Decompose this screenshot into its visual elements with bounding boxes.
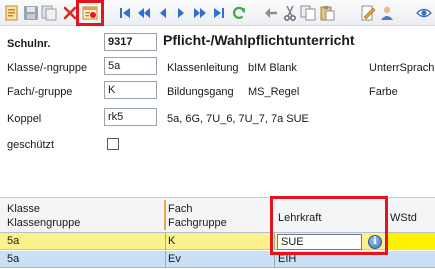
klassenleitung-value: bIM Blank bbox=[248, 62, 297, 74]
column-header-klasse[interactable]: Klasse bbox=[7, 203, 40, 215]
edit-document-icon[interactable] bbox=[359, 4, 377, 22]
bildungsgang-label: Bildungsgang bbox=[167, 86, 234, 98]
cell-divider bbox=[165, 233, 166, 250]
save-icon[interactable] bbox=[22, 4, 40, 22]
next-record-icon[interactable] bbox=[172, 4, 190, 22]
geschuetzt-label: geschützt bbox=[7, 139, 55, 151]
column-separator[interactable] bbox=[164, 200, 166, 230]
column-header-fach[interactable]: Fach bbox=[168, 203, 192, 215]
lehrkraft-highlight-box bbox=[270, 196, 388, 255]
column-header-klassengruppe[interactable]: Klassengruppe bbox=[7, 217, 80, 229]
fach-field[interactable]: K bbox=[104, 81, 157, 99]
column-header-wstd[interactable]: WStd bbox=[390, 212, 417, 224]
koppel-label: Koppel bbox=[7, 113, 42, 125]
klassenleitung-label: Klassenleitung bbox=[167, 62, 239, 74]
geschuetzt-checkbox[interactable] bbox=[107, 138, 119, 150]
schulnr-label: Schulnr. bbox=[7, 38, 51, 50]
cell-klasse: 5a bbox=[7, 235, 20, 247]
next-page-icon[interactable] bbox=[191, 4, 209, 22]
unterrsprach-label: UnterrSprach bbox=[369, 62, 435, 74]
column-header-fachgruppe[interactable]: Fachgruppe bbox=[168, 217, 227, 229]
cut-icon[interactable] bbox=[281, 4, 299, 22]
copy-record-icon[interactable] bbox=[40, 4, 58, 22]
toolbar bbox=[0, 0, 435, 26]
selected-row-marker bbox=[386, 233, 435, 250]
user-icon[interactable] bbox=[378, 4, 396, 22]
cell-klasse: 5a bbox=[7, 253, 20, 265]
klasse-field[interactable]: 5a bbox=[104, 57, 157, 75]
copy-icon[interactable] bbox=[299, 4, 317, 22]
fach-label: Fach/-gruppe bbox=[7, 86, 73, 98]
view-icon[interactable] bbox=[415, 4, 433, 22]
koppel-classes: 5a, 6G, 7U_6, 7U_7, 7a SUE bbox=[167, 113, 309, 125]
toolbar-highlight-box bbox=[76, 0, 104, 26]
koppel-field[interactable]: rk5 bbox=[104, 108, 157, 126]
page-title: Pflicht-/Wahlpflichtunterricht bbox=[163, 32, 355, 48]
last-record-icon[interactable] bbox=[210, 4, 228, 22]
previous-record-icon[interactable] bbox=[154, 4, 172, 22]
back-arrow-icon[interactable] bbox=[262, 4, 280, 22]
new-record-icon[interactable] bbox=[3, 4, 21, 22]
cell-divider bbox=[165, 251, 166, 268]
bildungsgang-value: MS_Regel bbox=[248, 86, 300, 98]
klasse-label: Klasse/-ngruppe bbox=[7, 62, 88, 74]
cell-fach: Ev bbox=[168, 253, 181, 265]
refresh-icon[interactable] bbox=[230, 4, 248, 22]
cell-fach: K bbox=[168, 235, 176, 247]
first-record-icon[interactable] bbox=[116, 4, 134, 22]
previous-page-icon[interactable] bbox=[135, 4, 153, 22]
farbe-label: Farbe bbox=[369, 86, 398, 98]
schulnr-field[interactable]: 9317 bbox=[104, 33, 157, 51]
paste-icon[interactable] bbox=[318, 4, 336, 22]
